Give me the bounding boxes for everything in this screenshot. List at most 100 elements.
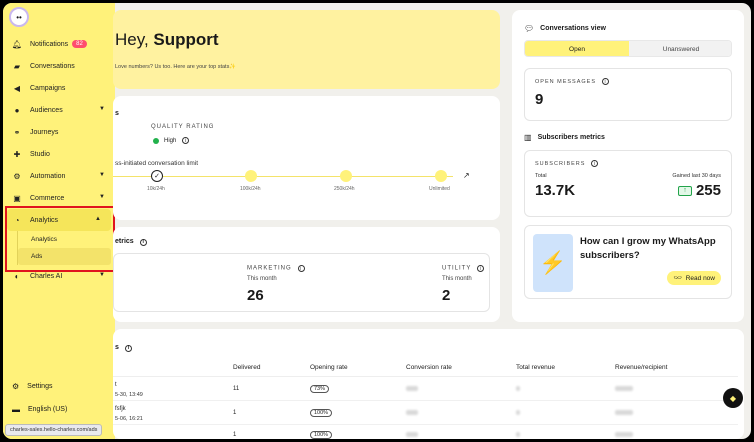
open-messages-box: OPEN MESSAGES i 9 xyxy=(524,68,732,121)
subscribers-label: SUBSCRIBERS i xyxy=(535,160,599,167)
table-row[interactable]: 1 100% xyxy=(113,426,738,439)
sidebar-item-label: Notifications xyxy=(30,40,69,48)
quality-rating-label: QUALITY RATING xyxy=(151,124,215,130)
status-bar-url: charles-sales.hello-charles.com/ads xyxy=(5,424,103,436)
chat-bubbles-icon: ▰ xyxy=(13,61,21,71)
blurred-value xyxy=(615,410,633,415)
info-icon[interactable]: i xyxy=(477,265,485,272)
user-name: Support xyxy=(153,30,219,49)
column-header-opening-rate[interactable]: Opening rate xyxy=(310,364,348,371)
us-flag-icon: ▬ xyxy=(12,405,20,414)
external-link-icon[interactable]: ↗ xyxy=(463,171,470,180)
blurred-value xyxy=(615,432,633,437)
limit-node xyxy=(435,170,447,182)
tab-unanswered[interactable]: Unanswered xyxy=(629,41,731,56)
sidebar-item-label: Audiences xyxy=(30,106,63,114)
chat-launcher-icon[interactable]: ◆ xyxy=(723,388,743,408)
card-title-text: s xyxy=(115,344,119,351)
analytics-highlight-box xyxy=(5,206,115,272)
info-icon[interactable]: i xyxy=(139,238,147,246)
sidebar-item-conversations[interactable]: ▰ Conversations xyxy=(3,55,115,77)
info-icon[interactable]: i xyxy=(591,160,599,167)
quality-rating-value: High i xyxy=(153,137,190,144)
opening-rate-pill: 100% xyxy=(310,431,333,439)
chevron-down-icon[interactable]: ▼ xyxy=(99,272,105,278)
gear-icon: ⚙ xyxy=(12,382,20,391)
subscribers-heading: ▥ Subscribers metrics xyxy=(524,133,605,142)
language-selector[interactable]: ▬ English (US) xyxy=(12,405,67,414)
delivered-value: 11 xyxy=(233,386,240,392)
column-header-revenue-per-recipient[interactable]: Revenue/recipient xyxy=(615,364,667,371)
conversations-view-heading: 💬︎ Conversations view xyxy=(524,24,606,33)
blurred-value xyxy=(516,410,520,415)
campaign-date: 5-30, 13:49 xyxy=(115,392,143,398)
column-header-delivered[interactable]: Delivered xyxy=(233,364,260,371)
info-icon[interactable]: i xyxy=(182,137,190,144)
sidebar-item-studio[interactable]: ✚ Studio xyxy=(3,143,115,165)
phone-quality-card: s QUALITY RATING High i ss-initiated con… xyxy=(113,96,500,220)
read-now-button[interactable]: 👓︎ Read now xyxy=(667,271,721,285)
sidebar-item-campaigns[interactable]: ◀ Campaigns xyxy=(3,77,115,99)
card-title: si xyxy=(115,344,132,352)
bell-icon: 🔔︎ xyxy=(11,39,23,49)
info-icon[interactable]: i xyxy=(124,344,132,352)
limit-level-label: Unlimited xyxy=(429,186,450,192)
utility-value: 2 xyxy=(442,287,451,304)
open-messages-label: OPEN MESSAGES i xyxy=(535,78,609,85)
sidebar-item-label: Campaigns xyxy=(30,84,66,92)
marketing-label-text: MARKETING xyxy=(247,265,292,272)
conversation-metrics-card: etrics i MARKETING i This month 26 UTILITY… xyxy=(113,227,500,322)
campaign-date: 5-06, 16:21 xyxy=(115,416,143,422)
glasses-icon: 👓︎ xyxy=(673,275,682,282)
table-header: Delivered Opening rate Conversion rate T… xyxy=(113,359,738,377)
sidebar-item-audiences[interactable]: ● Audiences ▼ xyxy=(3,99,115,121)
opening-rate-value: 100% xyxy=(310,409,333,417)
marketing-label: MARKETING i xyxy=(247,265,305,272)
limit-node-current: ✓ xyxy=(151,170,163,182)
page-title: Hey, Support xyxy=(115,30,219,50)
chevron-down-icon[interactable]: ▼ xyxy=(99,194,105,200)
total-label: Total xyxy=(535,173,547,179)
sidebar-item-journeys[interactable]: ⚭ Journeys xyxy=(3,121,115,143)
info-icon[interactable]: i xyxy=(602,78,609,85)
sidebar-item-label: Journeys xyxy=(30,128,59,136)
column-header-conversion-rate[interactable]: Conversion rate xyxy=(406,364,452,371)
gained-value: 255 xyxy=(695,182,721,199)
utility-period: This month xyxy=(442,276,472,282)
campaign-name: fsfjk xyxy=(115,406,126,412)
sidebar-item-label: Automation xyxy=(30,172,66,180)
opening-rate-value: 73% xyxy=(310,385,330,393)
subscribers-label-text: SUBSCRIBERS xyxy=(535,160,586,167)
marketing-period: This month xyxy=(247,276,277,282)
chevron-down-icon[interactable]: ▼ xyxy=(99,106,105,112)
tab-open[interactable]: Open xyxy=(525,41,629,56)
limit-level-label: 250k/24h xyxy=(334,186,355,192)
limit-node xyxy=(245,170,257,182)
delivered-value: 1 xyxy=(233,410,237,416)
studio-icon: ✚ xyxy=(13,149,21,159)
sidebar-item-settings[interactable]: ⚙ Settings xyxy=(12,382,52,391)
marketing-value: 26 xyxy=(247,287,264,304)
charles-ai-icon: ◐ xyxy=(14,271,20,281)
table-row[interactable]: t 5-30, 13:49 11 73% xyxy=(113,378,738,401)
sidebar-item-label: Commerce xyxy=(30,194,65,202)
sidebar-item-notifications[interactable]: 🔔︎ Notifications 82 xyxy=(3,33,115,55)
column-header-total-revenue[interactable]: Total revenue xyxy=(516,364,555,371)
blurred-value xyxy=(406,410,418,415)
promo-card[interactable]: ⚡ How can I grow my WhatsApp subscribers… xyxy=(524,225,732,299)
card-title-text: etrics xyxy=(115,238,134,245)
info-icon[interactable]: i xyxy=(297,265,305,272)
heading-text: Conversations view xyxy=(540,25,606,32)
metrics-box: MARKETING i This month 26 UTILITY i This m… xyxy=(113,253,490,312)
table-row[interactable]: fsfjk 5-06, 16:21 1 100% xyxy=(113,402,738,425)
blurred-value xyxy=(615,386,633,391)
greeting-subtitle: Love numbers? Us too. Here are your top … xyxy=(115,64,237,70)
chevron-down-icon[interactable]: ▼ xyxy=(99,172,105,178)
subscribers-box: SUBSCRIBERS i Total 13.7K Gained last 30 … xyxy=(524,150,732,217)
logo[interactable]: •• xyxy=(9,7,29,27)
users-icon: ● xyxy=(14,105,20,115)
conversation-limit-label: ss-initiated conversation limit xyxy=(115,160,199,167)
limit-track xyxy=(113,176,453,177)
opening-rate-pill: 100% xyxy=(310,409,333,417)
sidebar-item-automation[interactable]: ⚙ Automation ▼ xyxy=(3,165,115,187)
